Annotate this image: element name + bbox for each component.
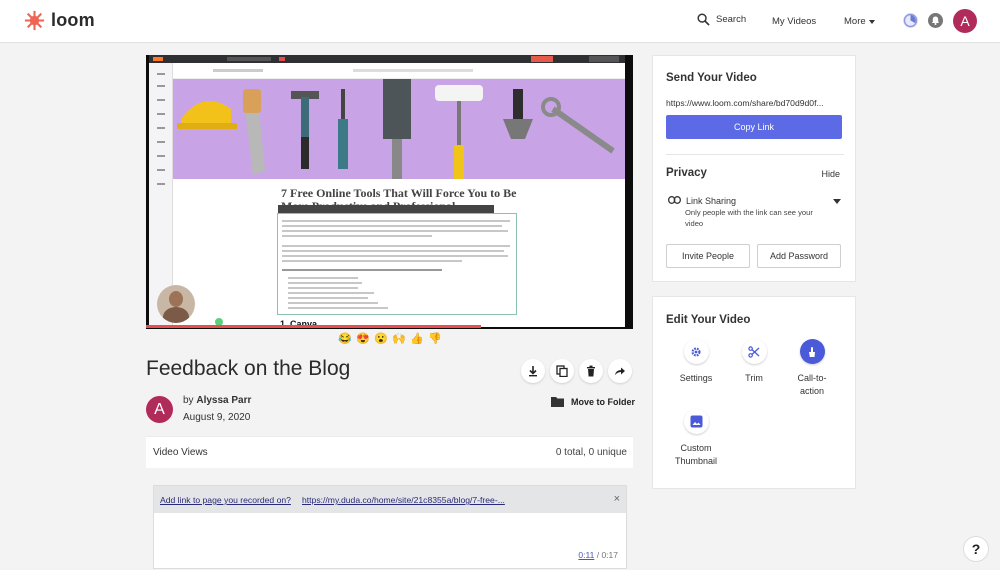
author-byline: by Alyssa Parr xyxy=(183,395,251,406)
suggested-link[interactable]: https://my.duda.co/home/site/21c8355a/bl… xyxy=(302,495,505,505)
settings-button[interactable] xyxy=(683,339,709,364)
notifications-bell-icon[interactable] xyxy=(928,13,943,28)
custom-thumbnail-label: Custom Thumbnail xyxy=(674,443,718,466)
custom-thumbnail-button[interactable] xyxy=(683,409,709,434)
call-to-action-option[interactable]: Call-to-action xyxy=(777,339,847,398)
recording-icon[interactable] xyxy=(903,13,918,28)
edit-heading: Edit Your Video xyxy=(666,314,751,326)
loom-logo[interactable]: loom xyxy=(24,10,95,31)
link-prompt-bar: Add link to page you recorded on? https:… xyxy=(154,486,626,513)
search-button[interactable]: Search xyxy=(697,13,746,26)
author-avatar: A xyxy=(146,396,173,423)
send-heading: Send Your Video xyxy=(666,72,757,84)
bell-icon xyxy=(931,16,940,25)
user-avatar[interactable]: A xyxy=(953,9,977,33)
playback-progress[interactable] xyxy=(146,325,481,328)
invite-people-button[interactable]: Invite People xyxy=(666,244,750,268)
share-arrow-icon xyxy=(615,367,625,375)
video-player[interactable]: 7 Free Online Tools That Will Force You … xyxy=(146,55,633,329)
views-count: 0 total, 0 unique xyxy=(555,447,627,458)
help-button[interactable]: ? xyxy=(963,536,989,562)
video-title[interactable]: Feedback on the Blog xyxy=(146,357,350,381)
add-password-button[interactable]: Add Password xyxy=(757,244,841,268)
pointer-hand-icon xyxy=(809,346,815,357)
link-sharing-description: Only people with the link can see your v… xyxy=(685,208,813,228)
video-frame-hero xyxy=(173,79,625,179)
link-sharing-title: Link Sharing xyxy=(686,196,737,206)
duplicate-button[interactable] xyxy=(550,359,574,383)
link-prompt-box: Add link to page you recorded on? https:… xyxy=(153,485,627,569)
search-icon xyxy=(697,13,710,26)
scissors-icon xyxy=(748,345,760,358)
link-sharing-select[interactable]: Link Sharing xyxy=(668,196,736,206)
video-frame-toolbar xyxy=(149,55,625,63)
caret-down-icon xyxy=(868,19,875,24)
time-separator: / xyxy=(596,550,600,560)
video-frame-nav xyxy=(173,63,625,79)
progress-ring-icon xyxy=(903,13,918,28)
call-to-action-label: Call-to-action xyxy=(797,373,827,396)
loom-logo-icon xyxy=(24,10,45,31)
copy-icon xyxy=(556,365,568,377)
move-to-folder-button[interactable]: Move to Folder xyxy=(551,396,635,407)
video-frame-content: 7 Free Online Tools That Will Force You … xyxy=(149,55,625,329)
timecode: 0:11 / 0:17 xyxy=(578,550,618,560)
video-frame-editor xyxy=(277,205,517,315)
my-videos-link[interactable]: My Videos xyxy=(772,16,816,27)
download-icon xyxy=(529,366,537,377)
folder-icon xyxy=(551,397,564,407)
download-button[interactable] xyxy=(521,359,545,383)
tools-illustration xyxy=(177,79,615,179)
views-label: Video Views xyxy=(153,447,208,458)
link-icon xyxy=(668,196,681,204)
divider xyxy=(666,154,844,155)
delete-button[interactable] xyxy=(579,359,603,383)
reaction-love[interactable]: 😍 xyxy=(356,332,370,345)
trim-button[interactable] xyxy=(741,339,767,364)
share-url[interactable]: https://www.loom.com/share/bd70d9d0f... xyxy=(666,98,844,108)
gear-icon xyxy=(691,346,701,357)
webcam-bubble xyxy=(157,285,195,323)
search-label: Search xyxy=(716,14,747,25)
image-icon xyxy=(690,415,702,428)
trash-icon xyxy=(587,365,595,377)
add-link-prompt[interactable]: Add link to page you recorded on? xyxy=(160,495,291,505)
author-name: Alyssa Parr xyxy=(196,395,252,406)
reaction-thumbs-down[interactable]: 👎 xyxy=(428,332,442,345)
time-current[interactable]: 0:11 xyxy=(578,550,594,560)
time-total: 0:17 xyxy=(601,550,618,560)
reaction-laugh[interactable]: 😂 xyxy=(338,332,352,345)
more-menu[interactable]: More xyxy=(844,16,875,27)
top-bar: loom Search My Videos More A xyxy=(0,0,1000,43)
close-icon[interactable]: × xyxy=(614,493,620,505)
edit-video-panel: Edit Your Video Settings Trim Call-to-ac… xyxy=(652,296,856,489)
share-button[interactable] xyxy=(608,359,632,383)
video-date: August 9, 2020 xyxy=(183,412,251,423)
call-to-action-button[interactable] xyxy=(799,339,825,364)
copy-link-button[interactable]: Copy Link xyxy=(666,115,842,139)
move-to-folder-label: Move to Folder xyxy=(571,396,636,407)
reaction-wow[interactable]: 😮 xyxy=(374,332,388,345)
brand-name: loom xyxy=(51,10,95,30)
reaction-thumbs-up[interactable]: 👍 xyxy=(410,332,424,345)
reaction-praise[interactable]: 🙌 xyxy=(392,332,406,345)
chevron-down-icon[interactable] xyxy=(833,199,841,204)
send-video-panel: Send Your Video https://www.loom.com/sha… xyxy=(652,55,856,282)
hide-privacy-button[interactable]: Hide xyxy=(821,169,840,179)
more-label: More xyxy=(844,16,866,27)
privacy-heading: Privacy xyxy=(666,167,707,179)
reaction-bar: 😂 😍 😮 🙌 👍 👎 xyxy=(338,332,442,345)
video-views-row[interactable]: Video Views 0 total, 0 unique xyxy=(146,436,633,468)
custom-thumbnail-option[interactable]: Custom Thumbnail xyxy=(661,409,731,468)
by-prefix: by xyxy=(183,395,194,406)
